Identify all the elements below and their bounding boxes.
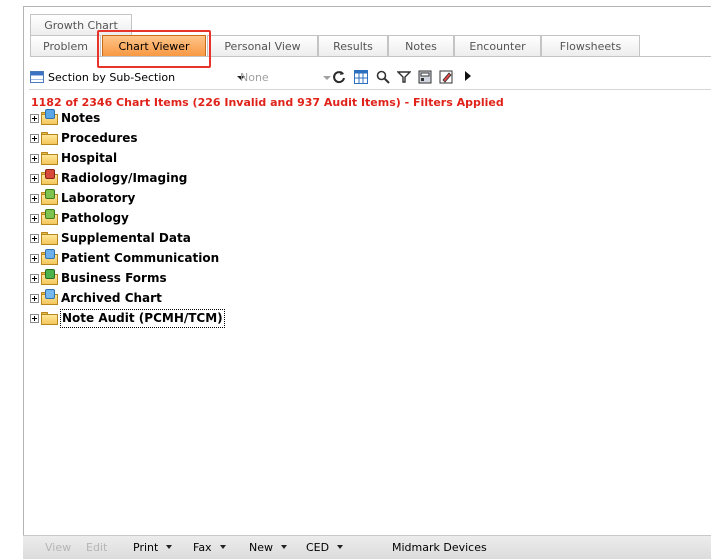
tab-chart-viewer[interactable]: Chart Viewer [102,35,206,57]
chevron-down-icon [281,545,287,549]
expand-icon[interactable] [30,174,39,183]
folder-icon [41,132,58,145]
expand-icon[interactable] [30,194,39,203]
expand-icon[interactable] [30,274,39,283]
view-mode-value: Section by Sub-Section [48,71,176,84]
lab-flask-folder-icon [41,189,58,205]
edit-button[interactable]: Edit [86,541,107,554]
tab-growth-chart[interactable]: Growth Chart [30,14,132,36]
print-icon[interactable] [417,70,433,86]
print-button[interactable]: Print [133,541,173,554]
chevron-down-icon [219,545,226,549]
new-button[interactable]: New [249,541,287,554]
tab-encounter[interactable]: Encounter [454,35,541,57]
section-view-icon [30,71,44,83]
search-icon[interactable] [375,70,391,86]
action-bar: View Edit Print Fax New CED Midmark Devi… [23,535,711,559]
lab-flask-folder-icon [41,209,58,225]
expand-icon[interactable] [30,294,39,303]
expand-icon[interactable] [30,154,39,163]
archive-folder-icon [41,289,58,305]
notes-folder-icon [41,109,58,125]
folder-icon [41,152,58,165]
tab-problem[interactable]: Problem [30,35,101,57]
tab-personal-view[interactable]: Personal View [207,35,318,57]
fax-button-label: Fax [193,541,212,554]
chevron-down-icon[interactable] [323,76,331,80]
fax-button[interactable]: Fax [193,541,226,554]
expand-icon[interactable] [30,254,39,263]
folder-icon [41,232,58,245]
chevron-down-icon [337,545,344,549]
tab-flowsheets[interactable]: Flowsheets [541,35,640,57]
new-button-label: New [249,541,273,554]
chart-toolbar: Section by Sub-Section None [29,67,711,90]
expand-icon[interactable] [30,214,39,223]
print-button-label: Print [133,541,159,554]
tree-item-label: Patient Communication [61,251,220,265]
filter-value: None [240,71,269,84]
tree-item-label: Business Forms [61,271,167,285]
filter-icon[interactable] [396,70,412,86]
tree-item-label: Procedures [61,131,138,145]
folder-icon [41,312,58,325]
ced-button-label: CED [306,541,330,554]
expand-icon[interactable] [30,234,39,243]
tree-item-label: Note Audit (PCMH/TCM) [60,309,225,328]
tree-item-label: Notes [61,111,101,125]
radiology-folder-icon [41,169,58,185]
view-button[interactable]: View [45,541,71,554]
tab-results[interactable]: Results [318,35,388,57]
tree-item-label: Archived Chart [61,291,162,305]
chevron-down-icon [166,545,173,549]
tree-item-label: Pathology [61,211,129,225]
midmark-devices-button[interactable]: Midmark Devices [392,541,487,554]
tree-item-label: Supplemental Data [61,231,191,245]
expand-icon[interactable] [30,114,39,123]
tree-item-label: Radiology/Imaging [61,171,188,185]
refresh-icon[interactable] [331,70,347,86]
filter-status-text: 1182 of 2346 Chart Items (226 Invalid an… [31,96,504,109]
tab-strip-divider [30,56,711,57]
filter-select[interactable]: None [232,69,332,87]
expand-icon[interactable] [30,134,39,143]
tree-item-label: Hospital [61,151,118,165]
play-icon[interactable] [460,70,476,86]
edit-icon[interactable] [438,70,454,86]
grid-icon[interactable] [353,70,369,86]
ced-button[interactable]: CED [306,541,344,554]
expand-icon[interactable] [30,314,39,323]
tree-item-label: Laboratory [61,191,136,205]
tab-notes[interactable]: Notes [388,35,454,57]
business-forms-folder-icon [41,269,58,285]
communication-folder-icon [41,249,58,265]
